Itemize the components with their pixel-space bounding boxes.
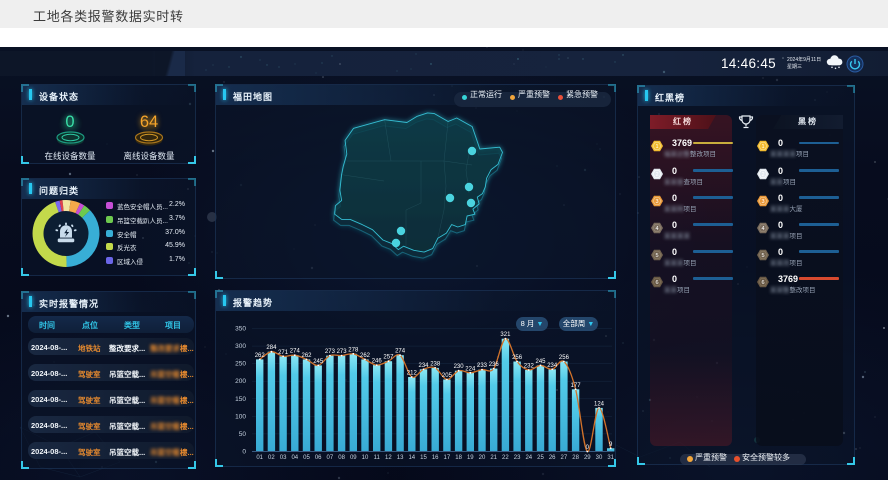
svg-text:03: 03: [280, 455, 287, 461]
svg-text:200: 200: [235, 378, 246, 385]
svg-text:262: 262: [301, 353, 312, 359]
svg-text:5: 5: [655, 253, 658, 259]
svg-text:274: 274: [395, 349, 406, 355]
svg-text:150: 150: [235, 396, 246, 403]
svg-text:2: 2: [655, 172, 658, 178]
svg-text:10: 10: [362, 455, 369, 461]
svg-text:124: 124: [594, 401, 605, 407]
svg-text:28: 28: [572, 455, 579, 461]
svg-text:17: 17: [444, 455, 451, 461]
svg-text:177: 177: [571, 383, 582, 389]
svg-text:233: 233: [477, 363, 488, 369]
svg-text:14: 14: [408, 455, 415, 461]
svg-text:15: 15: [420, 455, 427, 461]
svg-text:250: 250: [235, 361, 246, 368]
svg-text:100: 100: [235, 413, 246, 420]
svg-text:04: 04: [291, 455, 298, 461]
svg-text:20: 20: [479, 455, 486, 461]
svg-text:13: 13: [397, 455, 404, 461]
svg-text:262: 262: [255, 353, 266, 359]
svg-text:278: 278: [348, 347, 359, 353]
svg-text:256: 256: [512, 355, 523, 361]
svg-text:30: 30: [596, 455, 603, 461]
svg-text:06: 06: [315, 455, 322, 461]
svg-text:205: 205: [442, 373, 453, 379]
svg-text:05: 05: [303, 455, 310, 461]
svg-text:234: 234: [547, 363, 558, 369]
svg-text:22: 22: [502, 455, 509, 461]
svg-text:6: 6: [655, 280, 658, 286]
svg-text:234: 234: [418, 363, 429, 369]
svg-text:21: 21: [490, 455, 497, 461]
svg-text:257: 257: [383, 355, 394, 361]
svg-text:232: 232: [524, 364, 535, 370]
svg-text:4: 4: [655, 226, 658, 232]
svg-text:27: 27: [561, 455, 568, 461]
svg-text:238: 238: [430, 361, 441, 367]
svg-text:1: 1: [761, 144, 764, 150]
svg-text:3: 3: [761, 199, 764, 205]
svg-text:24: 24: [525, 455, 532, 461]
svg-text:273: 273: [325, 349, 336, 355]
svg-text:274: 274: [290, 349, 301, 355]
svg-text:9: 9: [609, 442, 613, 448]
svg-text:256: 256: [559, 355, 570, 361]
svg-text:50: 50: [239, 431, 247, 438]
svg-text:4: 4: [761, 226, 764, 232]
svg-text:01: 01: [256, 455, 263, 461]
svg-text:2: 2: [761, 172, 764, 178]
svg-text:300: 300: [235, 343, 246, 350]
svg-text:245: 245: [313, 359, 324, 365]
svg-text:29: 29: [584, 455, 591, 461]
svg-text:23: 23: [514, 455, 521, 461]
svg-text:26: 26: [549, 455, 556, 461]
svg-text:245: 245: [535, 359, 546, 365]
svg-text:224: 224: [465, 366, 476, 372]
svg-text:18: 18: [455, 455, 462, 461]
svg-text:321: 321: [500, 332, 511, 338]
svg-text:236: 236: [489, 362, 500, 368]
svg-text:1: 1: [655, 144, 658, 150]
svg-text:284: 284: [266, 345, 277, 351]
svg-text:12: 12: [385, 455, 392, 461]
svg-text:19: 19: [467, 455, 474, 461]
svg-text:02: 02: [268, 455, 275, 461]
svg-text:262: 262: [360, 353, 371, 359]
svg-text:5: 5: [761, 253, 764, 259]
svg-text:230: 230: [454, 364, 465, 370]
svg-text:0: 0: [242, 449, 246, 456]
svg-text:16: 16: [432, 455, 439, 461]
svg-text:09: 09: [350, 455, 357, 461]
svg-text:3: 3: [655, 199, 658, 205]
svg-text:273: 273: [337, 349, 348, 355]
svg-text:271: 271: [278, 350, 289, 356]
svg-text:246: 246: [372, 359, 383, 365]
svg-text:07: 07: [327, 455, 334, 461]
svg-text:6: 6: [761, 280, 764, 286]
svg-text:08: 08: [338, 455, 345, 461]
svg-text:25: 25: [537, 455, 544, 461]
svg-text:11: 11: [374, 455, 381, 461]
svg-text:350: 350: [235, 326, 246, 333]
svg-text:212: 212: [407, 371, 418, 377]
